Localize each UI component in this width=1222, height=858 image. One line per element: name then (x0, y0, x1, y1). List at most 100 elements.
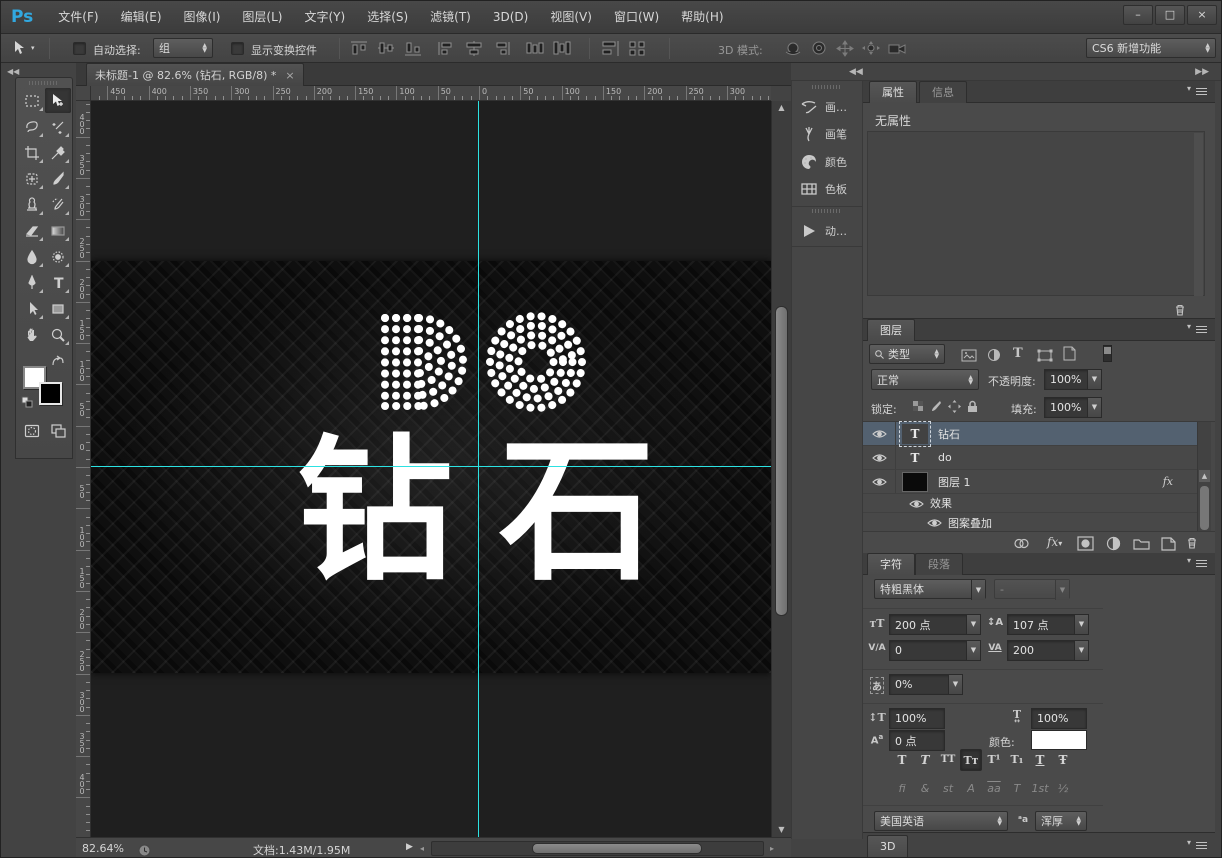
move-tool-icon[interactable] (11, 40, 28, 57)
tab-properties[interactable]: 属性 (869, 81, 917, 103)
collapse-dock-icon[interactable]: ◀◀ (849, 67, 863, 77)
document-tab-close-icon[interactable]: × (285, 69, 294, 82)
ot-fractions-button[interactable]: ½ (1052, 779, 1074, 799)
font-style-dropdown[interactable]: - ▼ (994, 579, 1070, 599)
clone-stamp-tool[interactable] (19, 192, 45, 217)
horizontal-ruler[interactable]: 4504003503002502001501005005010015020025… (91, 86, 771, 101)
3d-roll-icon[interactable] (809, 40, 829, 57)
visibility-eye-icon[interactable] (909, 494, 924, 513)
ot-contextual-alternates-button[interactable]: & (914, 779, 936, 799)
text-layer-thumbnail[interactable]: T (902, 424, 928, 444)
panel-menu-icon[interactable] (1189, 87, 1207, 98)
dropdown-arrow-icon[interactable]: ▼ (1055, 580, 1069, 600)
filter-type-layers-icon[interactable]: T (1013, 346, 1023, 361)
shape-tool[interactable] (45, 296, 71, 321)
visibility-eye-icon[interactable] (863, 446, 896, 469)
healing-brush-tool[interactable] (19, 166, 45, 191)
align-horizontal-centers-icon[interactable] (464, 40, 484, 57)
menu-type[interactable]: 文字(Y) (293, 1, 356, 34)
menu-window[interactable]: 窗口(W) (603, 1, 670, 34)
tab-character[interactable]: 字符 (867, 553, 915, 575)
align-vertical-centers-icon[interactable] (376, 40, 396, 57)
dropdown-arrow-icon[interactable]: ▼ (1087, 398, 1101, 417)
strikethrough-button[interactable]: Ŧ (1052, 749, 1074, 771)
baseline-shift-field[interactable]: 0 点 (889, 730, 945, 751)
collapse-panels-icon[interactable]: ▶▶ (1195, 67, 1209, 77)
language-dropdown[interactable]: 美国英语 ▲▼ (874, 811, 1008, 831)
vertical-ruler[interactable]: 4504003503002502001501005005010015020025… (76, 101, 91, 837)
blur-tool[interactable] (19, 244, 45, 269)
visibility-eye-icon[interactable] (863, 422, 896, 445)
ot-discretionary-ligatures-button[interactable]: st (937, 779, 959, 799)
auto-select-dropdown[interactable]: 组 ▲▼ (153, 38, 213, 58)
dropdown-arrow-icon[interactable]: ▼ (1074, 641, 1088, 660)
lasso-tool[interactable] (19, 114, 45, 139)
tsume-field[interactable]: 0% ▼ (889, 674, 963, 695)
rectangular-marquee-tool[interactable] (19, 88, 45, 113)
brush-tool[interactable] (45, 166, 71, 191)
dock-actions[interactable]: 动… (792, 217, 862, 244)
tab-3d[interactable]: 3D (867, 835, 908, 857)
anti-alias-dropdown[interactable]: 浑厚 ▲▼ (1035, 811, 1087, 831)
ot-ligatures-button[interactable]: fi (891, 779, 913, 799)
type-tool[interactable]: T (45, 270, 71, 295)
leading-field[interactable]: 107 点 ▼ (1007, 614, 1089, 635)
distribute-top-edges-icon[interactable] (525, 40, 545, 57)
subscript-button[interactable]: T₁ (1006, 749, 1028, 771)
lock-all-icon[interactable] (965, 399, 980, 418)
dock-brush-presets[interactable]: 画… (792, 93, 862, 120)
menu-view[interactable]: 视图(V) (539, 1, 603, 34)
visibility-eye-icon[interactable] (863, 470, 896, 493)
vertical-scroll-thumb[interactable] (775, 306, 788, 616)
dropdown-arrow-icon[interactable]: ▼ (966, 615, 980, 634)
3d-camera-icon[interactable] (887, 40, 907, 57)
zoom-level[interactable]: 82.64% (82, 842, 124, 855)
layer-row-do[interactable]: T do (863, 446, 1197, 470)
dropdown-arrow-icon[interactable]: ▼ (948, 675, 962, 694)
align-left-edges-icon[interactable] (437, 40, 457, 57)
swap-colors-icon[interactable] (50, 354, 66, 368)
horizontal-scroll-thumb[interactable] (532, 843, 702, 854)
hand-tool[interactable] (19, 322, 45, 347)
filter-adjustment-layers-icon[interactable] (987, 347, 1001, 361)
horizontal-scrollbar[interactable] (431, 841, 764, 856)
menu-edit[interactable]: 编辑(E) (110, 1, 173, 34)
small-caps-button[interactable]: Tᴛ (960, 749, 982, 771)
tab-info[interactable]: 信息 (919, 81, 967, 103)
menu-file[interactable]: 文件(F) (47, 1, 109, 34)
3d-orbit-icon[interactable] (783, 40, 803, 57)
zoom-tool[interactable] (45, 322, 71, 347)
canvas-viewport[interactable]: 钻石 (91, 101, 771, 837)
restore-button[interactable]: □ (1155, 5, 1185, 25)
panel-grip[interactable] (29, 81, 59, 85)
minimize-button[interactable]: – (1123, 5, 1153, 25)
tab-layers[interactable]: 图层 (867, 319, 915, 341)
visibility-eye-icon[interactable] (927, 513, 942, 532)
layers-scrollbar[interactable]: ▲ (1197, 422, 1211, 532)
scroll-right-icon[interactable]: ▸ (770, 844, 774, 853)
dock-color[interactable]: 颜色 (792, 148, 862, 175)
dock-swatches[interactable]: 色板 (792, 175, 862, 202)
layer-filter-dropdown[interactable]: 类型 ▲▼ (869, 344, 945, 364)
dropdown-arrow-icon[interactable]: ▼ (1074, 615, 1088, 634)
dock-brush[interactable]: 画笔 (792, 120, 862, 147)
layer-name[interactable]: 钻石 (938, 426, 960, 442)
all-caps-button[interactable]: TT (937, 749, 959, 771)
ot-titling-alternates-button[interactable]: T (1006, 779, 1028, 799)
pen-tool[interactable] (19, 270, 45, 295)
horizontal-guide[interactable] (91, 466, 771, 467)
menu-help[interactable]: 帮助(H) (670, 1, 734, 34)
filter-pixel-layers-icon[interactable] (961, 347, 977, 360)
workspace-switcher[interactable]: CS6 新增功能 ▲▼ (1086, 38, 1216, 58)
menu-select[interactable]: 选择(S) (356, 1, 419, 34)
magic-wand-tool[interactable] (45, 114, 71, 139)
add-layer-style-icon[interactable]: fx▾ (1047, 535, 1062, 549)
document-size-info[interactable]: 文档:1.43M/1.95M (253, 842, 350, 858)
font-family-dropdown[interactable]: 特粗黑体 ▼ (874, 579, 986, 599)
text-layer-thumbnail[interactable]: T (902, 448, 928, 468)
show-transform-checkbox[interactable] (231, 42, 244, 55)
auto-select-checkbox[interactable] (73, 42, 86, 55)
layer-name[interactable]: 图层 1 (938, 474, 971, 490)
3d-pan-icon[interactable] (835, 40, 855, 57)
panel-menu-icon[interactable] (1189, 841, 1207, 852)
